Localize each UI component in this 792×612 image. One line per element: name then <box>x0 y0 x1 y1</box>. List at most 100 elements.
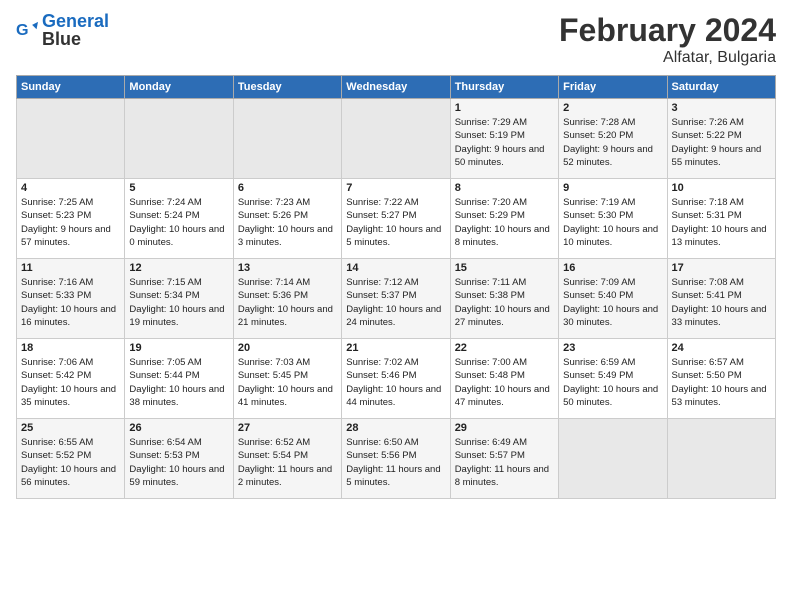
day-info: Sunrise: 7:03 AM Sunset: 5:45 PM Dayligh… <box>238 356 337 409</box>
day-info: Sunrise: 7:18 AM Sunset: 5:31 PM Dayligh… <box>672 196 771 249</box>
title-block: February 2024 Alfatar, Bulgaria <box>559 12 776 67</box>
day-info: Sunrise: 7:06 AM Sunset: 5:42 PM Dayligh… <box>21 356 120 409</box>
logo: G GeneralBlue <box>16 12 109 48</box>
day-info: Sunrise: 7:24 AM Sunset: 5:24 PM Dayligh… <box>129 196 228 249</box>
day-number: 7 <box>346 182 445 194</box>
table-row: 21 Sunrise: 7:02 AM Sunset: 5:46 PM Dayli… <box>342 339 450 419</box>
table-row: 20Sunrise: 7:03 AM Sunset: 5:45 PM Dayli… <box>233 339 341 419</box>
day-number: 5 <box>129 182 228 194</box>
svg-text:G: G <box>16 21 29 39</box>
day-info: Sunrise: 7:22 AM Sunset: 5:27 PM Dayligh… <box>346 196 445 249</box>
table-row: 2Sunrise: 7:28 AM Sunset: 5:20 PM Daylig… <box>559 99 667 179</box>
table-row: 10 Sunrise: 7:18 AM Sunset: 5:31 PM Dayli… <box>667 179 775 259</box>
table-row <box>559 419 667 499</box>
table-row: 26 Sunrise: 6:54 AM Sunset: 5:53 PM Dayli… <box>125 419 233 499</box>
table-row: 22 Sunrise: 7:00 AM Sunset: 5:48 PM Dayli… <box>450 339 558 419</box>
col-sunday: Sunday <box>17 76 125 99</box>
day-number: 3 <box>672 102 771 114</box>
table-row: 24 Sunrise: 6:57 AM Sunset: 5:50 PM Dayli… <box>667 339 775 419</box>
table-row <box>125 99 233 179</box>
table-row: 6 Sunrise: 7:23 AM Sunset: 5:26 PM Daylig… <box>233 179 341 259</box>
day-info: Sunrise: 7:05 AM Sunset: 5:44 PM Dayligh… <box>129 356 228 409</box>
day-number: 25 <box>21 422 120 434</box>
day-info: Sunrise: 6:49 AM Sunset: 5:57 PM Dayligh… <box>455 436 554 489</box>
col-saturday: Saturday <box>667 76 775 99</box>
main-title: February 2024 <box>559 12 776 49</box>
table-row: 5 Sunrise: 7:24 AM Sunset: 5:24 PM Daylig… <box>125 179 233 259</box>
logo-text: GeneralBlue <box>42 12 109 48</box>
day-info: Sunrise: 7:20 AM Sunset: 5:29 PM Dayligh… <box>455 196 554 249</box>
table-row: 25 Sunrise: 6:55 AM Sunset: 5:52 PM Dayli… <box>17 419 125 499</box>
day-number: 12 <box>129 262 228 274</box>
day-info: Sunrise: 7:00 AM Sunset: 5:48 PM Dayligh… <box>455 356 554 409</box>
day-number: 21 <box>346 342 445 354</box>
day-info: Sunrise: 7:14 AM Sunset: 5:36 PM Dayligh… <box>238 276 337 329</box>
day-number: 23 <box>563 342 662 354</box>
day-info: Sunrise: 7:25 AM Sunset: 5:23 PM Dayligh… <box>21 196 120 249</box>
table-row: 9Sunrise: 7:19 AM Sunset: 5:30 PM Daylig… <box>559 179 667 259</box>
day-info: Sunrise: 7:02 AM Sunset: 5:46 PM Dayligh… <box>346 356 445 409</box>
table-row: 4 Sunrise: 7:25 AM Sunset: 5:23 PM Daylig… <box>17 179 125 259</box>
table-row <box>17 99 125 179</box>
table-row: 15 Sunrise: 7:11 AM Sunset: 5:38 PM Dayli… <box>450 259 558 339</box>
day-number: 22 <box>455 342 554 354</box>
table-row: 14 Sunrise: 7:12 AM Sunset: 5:37 PM Dayli… <box>342 259 450 339</box>
day-info: Sunrise: 7:23 AM Sunset: 5:26 PM Dayligh… <box>238 196 337 249</box>
table-row: 13 Sunrise: 7:14 AM Sunset: 5:36 PM Dayli… <box>233 259 341 339</box>
table-row: 11 Sunrise: 7:16 AM Sunset: 5:33 PM Dayli… <box>17 259 125 339</box>
col-thursday: Thursday <box>450 76 558 99</box>
table-row <box>667 419 775 499</box>
day-number: 11 <box>21 262 120 274</box>
table-row: 19 Sunrise: 7:05 AM Sunset: 5:44 PM Dayli… <box>125 339 233 419</box>
table-row: 28 Sunrise: 6:50 AM Sunset: 5:56 PM Dayli… <box>342 419 450 499</box>
table-row: 17Sunrise: 7:08 AM Sunset: 5:41 PM Dayli… <box>667 259 775 339</box>
day-number: 10 <box>672 182 771 194</box>
day-info: Sunrise: 7:08 AM Sunset: 5:41 PM Dayligh… <box>672 276 771 329</box>
day-info: Sunrise: 7:12 AM Sunset: 5:37 PM Dayligh… <box>346 276 445 329</box>
table-row <box>342 99 450 179</box>
day-number: 2 <box>563 102 662 114</box>
page: G GeneralBlue February 2024 Alfatar, Bul… <box>0 0 792 612</box>
day-number: 6 <box>238 182 337 194</box>
table-row: 23 Sunrise: 6:59 AM Sunset: 5:49 PM Dayli… <box>559 339 667 419</box>
day-number: 13 <box>238 262 337 274</box>
day-number: 24 <box>672 342 771 354</box>
table-row: 27Sunrise: 6:52 AM Sunset: 5:54 PM Dayli… <box>233 419 341 499</box>
table-row: 8 Sunrise: 7:20 AM Sunset: 5:29 PM Daylig… <box>450 179 558 259</box>
day-number: 15 <box>455 262 554 274</box>
col-monday: Monday <box>125 76 233 99</box>
table-row: 12Sunrise: 7:15 AM Sunset: 5:34 PM Dayli… <box>125 259 233 339</box>
day-info: Sunrise: 6:52 AM Sunset: 5:54 PM Dayligh… <box>238 436 337 489</box>
day-info: Sunrise: 7:26 AM Sunset: 5:22 PM Dayligh… <box>672 116 771 169</box>
day-number: 8 <box>455 182 554 194</box>
table-row: 3 Sunrise: 7:26 AM Sunset: 5:22 PM Daylig… <box>667 99 775 179</box>
day-number: 29 <box>455 422 554 434</box>
day-number: 14 <box>346 262 445 274</box>
day-info: Sunrise: 6:57 AM Sunset: 5:50 PM Dayligh… <box>672 356 771 409</box>
logo-icon: G <box>16 19 38 41</box>
day-number: 4 <box>21 182 120 194</box>
day-info: Sunrise: 7:09 AM Sunset: 5:40 PM Dayligh… <box>563 276 662 329</box>
day-number: 19 <box>129 342 228 354</box>
calendar-table: Sunday Monday Tuesday Wednesday Thursday… <box>16 75 776 499</box>
table-row: 18 Sunrise: 7:06 AM Sunset: 5:42 PM Dayli… <box>17 339 125 419</box>
day-info: Sunrise: 6:55 AM Sunset: 5:52 PM Dayligh… <box>21 436 120 489</box>
day-info: Sunrise: 7:19 AM Sunset: 5:30 PM Dayligh… <box>563 196 662 249</box>
day-info: Sunrise: 6:59 AM Sunset: 5:49 PM Dayligh… <box>563 356 662 409</box>
day-number: 28 <box>346 422 445 434</box>
table-row: 7 Sunrise: 7:22 AM Sunset: 5:27 PM Daylig… <box>342 179 450 259</box>
day-info: Sunrise: 7:29 AM Sunset: 5:19 PM Dayligh… <box>455 116 554 169</box>
header: G GeneralBlue February 2024 Alfatar, Bul… <box>16 12 776 67</box>
subtitle: Alfatar, Bulgaria <box>559 49 776 67</box>
table-row: 1Sunrise: 7:29 AM Sunset: 5:19 PM Daylig… <box>450 99 558 179</box>
day-info: Sunrise: 6:50 AM Sunset: 5:56 PM Dayligh… <box>346 436 445 489</box>
table-row: 16 Sunrise: 7:09 AM Sunset: 5:40 PM Dayli… <box>559 259 667 339</box>
day-number: 18 <box>21 342 120 354</box>
day-info: Sunrise: 7:16 AM Sunset: 5:33 PM Dayligh… <box>21 276 120 329</box>
day-info: Sunrise: 7:11 AM Sunset: 5:38 PM Dayligh… <box>455 276 554 329</box>
day-info: Sunrise: 6:54 AM Sunset: 5:53 PM Dayligh… <box>129 436 228 489</box>
day-number: 26 <box>129 422 228 434</box>
col-tuesday: Tuesday <box>233 76 341 99</box>
col-wednesday: Wednesday <box>342 76 450 99</box>
day-number: 16 <box>563 262 662 274</box>
